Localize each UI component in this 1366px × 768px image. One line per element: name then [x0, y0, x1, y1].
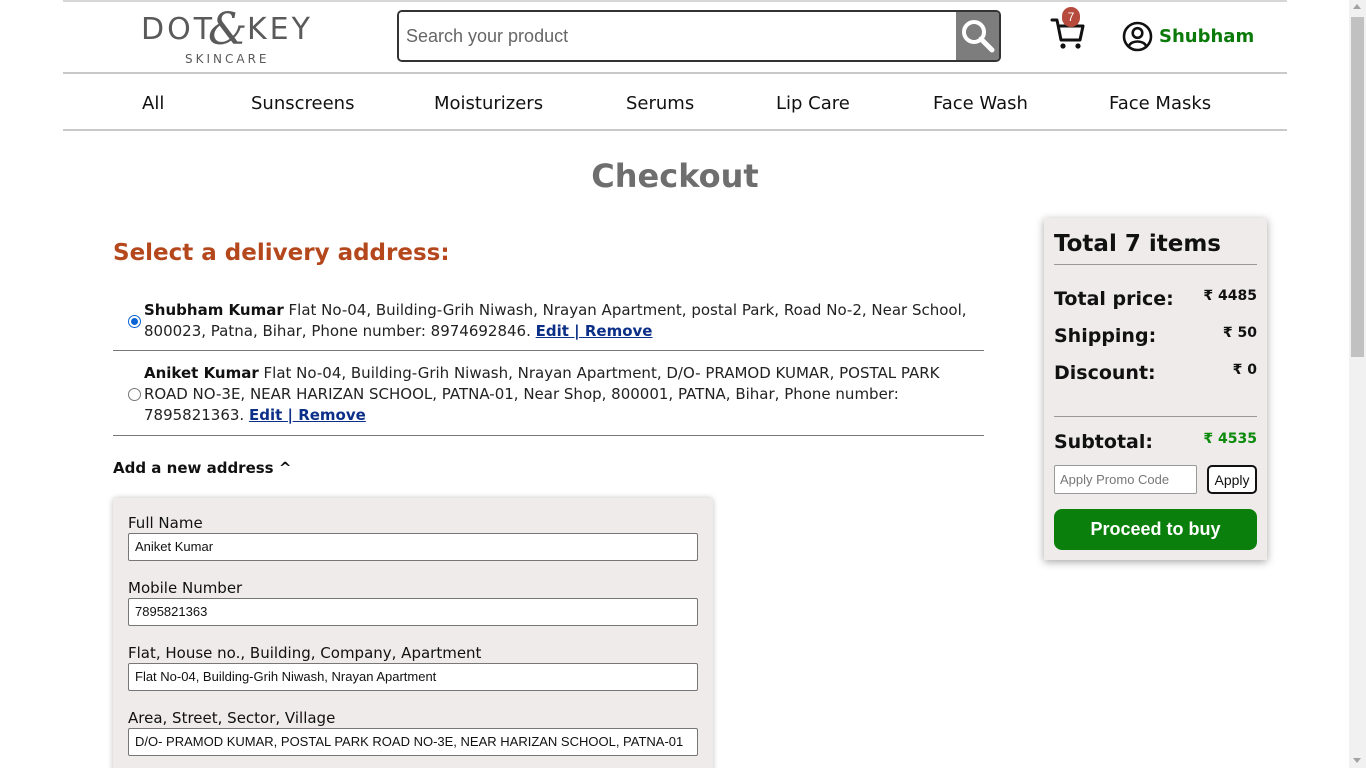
discount-value: ₹ 0 [1232, 362, 1257, 378]
order-summary: Total 7 items Total price: ₹ 4485 Shippi… [1044, 218, 1267, 560]
scroll-up-icon[interactable] [1353, 4, 1361, 9]
edit-remove-link[interactable]: Edit | Remove [249, 406, 366, 424]
user-account[interactable]: Shubham [1122, 21, 1254, 52]
shipping-label: Shipping: [1054, 325, 1157, 347]
logo-subtitle: SKINCARE [185, 52, 270, 66]
search-icon [961, 20, 994, 53]
address-text: Aniket Kumar Flat No-04, Building-Grih N… [144, 363, 980, 426]
edit-remove-link[interactable]: Edit | Remove [536, 322, 653, 340]
new-address-form: Full Name Aniket Kumar Mobile Number 789… [113, 498, 713, 768]
dot-and-key-logo[interactable]: DOT & KEY SKINCARE [141, 4, 321, 68]
proceed-to-buy-button[interactable]: Proceed to buy [1054, 509, 1257, 550]
discount-label: Discount: [1054, 362, 1156, 384]
summary-title: Total 7 items [1054, 231, 1221, 257]
logo-text-right: KEY [247, 12, 313, 47]
cart-count-badge: 7 [1062, 7, 1080, 27]
search-bar [397, 10, 1001, 62]
user-name: Shubham [1159, 26, 1255, 47]
full-name-field[interactable]: Aniket Kumar [128, 533, 698, 561]
nav-item-moisturizers[interactable]: Moisturizers [434, 93, 543, 114]
subtotal-value: ₹ 4535 [1203, 431, 1257, 447]
address-name: Shubham Kumar [144, 301, 284, 319]
shipping-value: ₹ 50 [1222, 325, 1257, 341]
flat-field[interactable]: Flat No-04, Building-Grih Niwash, Nrayan… [128, 663, 698, 691]
summary-divider [1054, 416, 1257, 417]
page-scrollbar[interactable] [1349, 0, 1366, 768]
promo-code-input[interactable] [1054, 465, 1197, 494]
address-radio-selected[interactable] [128, 315, 141, 328]
mobile-number-label: Mobile Number [128, 579, 243, 597]
address-option[interactable]: Shubham Kumar Flat No-04, Building-Grih … [113, 300, 984, 351]
area-field[interactable]: D/O- PRAMOD KUMAR, POSTAL PARK ROAD NO-3… [128, 728, 698, 756]
address-text: Shubham Kumar Flat No-04, Building-Grih … [144, 300, 980, 342]
nav-item-serums[interactable]: Serums [626, 93, 694, 114]
address-radio[interactable] [128, 388, 141, 401]
address-name: Aniket Kumar [144, 364, 259, 382]
nav-item-all[interactable]: All [142, 93, 164, 114]
search-button[interactable] [956, 12, 999, 60]
nav-item-sunscreens[interactable]: Sunscreens [251, 93, 354, 114]
apply-promo-button[interactable]: Apply [1207, 465, 1257, 494]
nav-item-face-masks[interactable]: Face Masks [1109, 93, 1211, 114]
scroll-down-icon[interactable] [1353, 758, 1361, 763]
flat-label: Flat, House no., Building, Company, Apar… [128, 644, 482, 662]
summary-divider [1054, 264, 1257, 265]
nav-item-lip-care[interactable]: Lip Care [776, 93, 850, 114]
category-nav: All Sunscreens Moisturizers Serums Lip C… [63, 74, 1287, 131]
page-title: Checkout [591, 157, 759, 195]
add-new-address-toggle[interactable]: Add a new address ^ [113, 459, 291, 477]
mobile-number-field[interactable]: 7895821363 [128, 598, 698, 626]
subtotal-label: Subtotal: [1054, 431, 1153, 453]
scrollbar-thumb[interactable] [1351, 17, 1364, 357]
delivery-address-title: Select a delivery address: [113, 240, 450, 266]
total-price-value: ₹ 4485 [1203, 288, 1257, 304]
logo-text-left: DOT [141, 12, 216, 47]
nav-item-face-wash[interactable]: Face Wash [933, 93, 1028, 114]
address-option[interactable]: Aniket Kumar Flat No-04, Building-Grih N… [113, 363, 984, 436]
user-circle-icon [1122, 21, 1153, 52]
logo-ampersand: & [208, 4, 248, 55]
total-price-label: Total price: [1054, 288, 1174, 310]
full-name-label: Full Name [128, 514, 203, 532]
area-label: Area, Street, Sector, Village [128, 709, 336, 727]
search-input[interactable] [399, 12, 956, 60]
